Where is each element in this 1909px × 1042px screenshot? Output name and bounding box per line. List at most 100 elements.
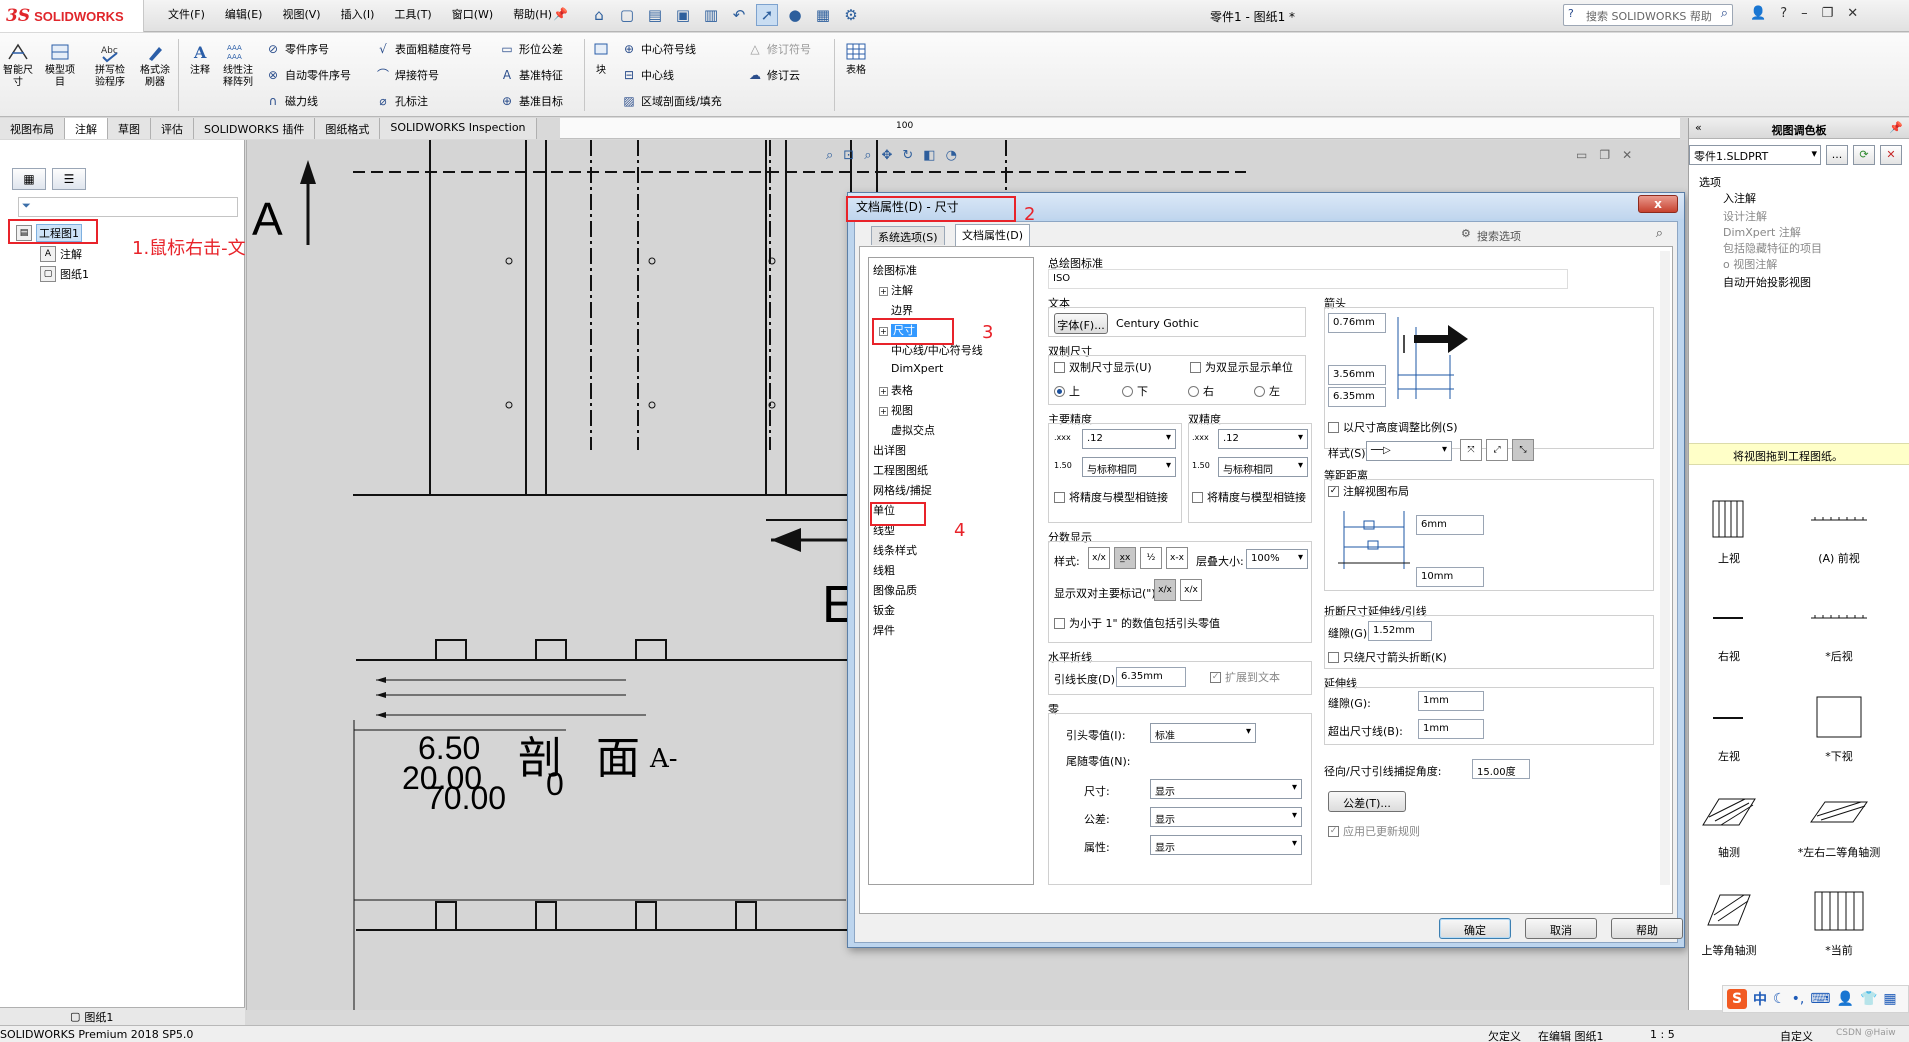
palette-option-auto-projected-view[interactable]: 自动开始投影视图 [1723, 274, 1811, 290]
palette-option-view-annotations[interactable]: o 视图注解 [1723, 256, 1777, 272]
tab-inspection[interactable]: SOLIDWORKS Inspection [380, 118, 537, 139]
tab-view-layout[interactable]: 视图布局 [0, 118, 65, 139]
menu-view[interactable]: 视图(V) [282, 6, 320, 22]
hole-callout-button[interactable]: ⌀ 孔标注 [376, 91, 472, 110]
close-window-icon[interactable]: ✕ [1847, 6, 1858, 21]
property-manager-tab-icon[interactable]: ☰ [52, 168, 86, 190]
palette-view-trimetric[interactable]: 上等角轴测 [1679, 886, 1779, 958]
arrow-inside-icon[interactable]: ⤢ [1486, 439, 1508, 461]
viewport-restore-icon[interactable]: ❐ [1599, 148, 1610, 162]
fraction-style-stacked-icon[interactable]: x̲x [1114, 547, 1136, 569]
format-painter-button[interactable]: 格式涂刷器 [137, 41, 173, 89]
expand-icon[interactable]: + [879, 386, 888, 396]
palette-option-dimxpert[interactable]: DimXpert 注解 [1723, 224, 1801, 240]
category-annotations[interactable]: + 注解 [879, 282, 913, 298]
primary-link-checkbox[interactable]: 将精度与模型相链接 [1054, 489, 1168, 505]
dual-display-checkbox[interactable]: 双制尺寸显示(U) [1054, 359, 1152, 375]
menu-insert[interactable]: 插入(I) [341, 6, 375, 22]
pin-icon[interactable]: 📌 [553, 7, 568, 21]
dual-tolerance-dropdown[interactable]: 与标称相同 [1218, 457, 1308, 477]
sheet-tab[interactable]: 图纸1 [84, 1009, 113, 1025]
dimension-text-3[interactable]: 70.00 [426, 780, 506, 817]
category-line-style[interactable]: 线条样式 [873, 542, 917, 558]
undo-icon[interactable]: ↶ [728, 4, 750, 26]
solidworks-logo[interactable]: 3S SOLIDWORKS [0, 0, 144, 32]
datum-feature-button[interactable]: A 基准特征 [500, 65, 563, 84]
search-icon[interactable]: ⌕ [1721, 6, 1728, 21]
palette-view-front[interactable]: (A) 前视 [1789, 494, 1889, 566]
tab-addins[interactable]: SOLIDWORKS 插件 [194, 118, 316, 139]
revision-cloud-button[interactable]: ☁ 修订云 [748, 65, 811, 84]
menu-tools[interactable]: 工具(T) [394, 6, 431, 22]
save-icon[interactable]: ▣ [672, 4, 694, 26]
pan-icon[interactable]: ✥ [881, 148, 892, 163]
extension-gap-input[interactable]: 1mm [1418, 691, 1484, 711]
table-button[interactable]: 表格 [838, 41, 874, 77]
arrow-smart-icon[interactable]: ⤡ [1512, 439, 1534, 461]
feature-manager-tab-icon[interactable]: ▦ [12, 168, 46, 190]
stack-size-dropdown[interactable]: 100% [1246, 549, 1308, 569]
tolerance-button[interactable]: 公差(T)... [1328, 791, 1406, 812]
break-around-arrows-checkbox[interactable]: 只绕尺寸箭头折断(K) [1328, 649, 1447, 665]
file-properties-icon[interactable]: ▦ [812, 4, 834, 26]
restore-icon[interactable]: ❐ [1822, 6, 1834, 21]
category-detailing[interactable]: 出详图 [873, 442, 906, 458]
ime-keyboard-icon[interactable]: ⌨ [1810, 991, 1830, 1007]
help-button[interactable]: 帮助 [1611, 918, 1683, 939]
tree-node-sheet[interactable]: ▢ 图纸1 [40, 266, 89, 282]
refresh-icon[interactable]: ⟳ [1853, 145, 1875, 165]
apply-updated-rules-checkbox[interactable]: ✓ 应用已更新规则 [1328, 823, 1420, 839]
palette-view-isometric[interactable]: 轴测 [1679, 788, 1779, 860]
model-items-button[interactable]: 模型项目 [42, 41, 78, 89]
dual-precision-dropdown[interactable]: .12 [1218, 429, 1308, 449]
ok-button[interactable]: 确定 [1439, 918, 1511, 939]
palette-view-bottom[interactable]: *下视 [1789, 692, 1889, 764]
rebuild-traffic-light-icon[interactable]: ● [784, 4, 806, 26]
primary-tolerance-dropdown[interactable]: 与标称相同 [1082, 457, 1176, 477]
status-scale[interactable]: 1 : 5 [1650, 1028, 1675, 1041]
clear-icon[interactable]: ✕ [1880, 145, 1902, 165]
category-drafting-standard[interactable]: 绘图标准 [873, 262, 917, 278]
search-icon[interactable]: ⌕ [1656, 226, 1663, 241]
category-line-thickness[interactable]: 线粗 [873, 562, 895, 578]
sogou-logo-icon[interactable]: S [1727, 989, 1747, 1009]
position-bottom-radio[interactable]: 下 [1122, 383, 1148, 399]
tab-evaluate[interactable]: 评估 [151, 118, 194, 139]
extension-beyond-input[interactable]: 1mm [1418, 719, 1484, 739]
dual-marks-stacked-icon[interactable]: x/x [1154, 579, 1176, 601]
viewport-minimize-icon[interactable]: ▭ [1576, 148, 1587, 162]
dual-link-checkbox[interactable]: 将精度与模型相链接 [1192, 489, 1306, 505]
category-grid-snap[interactable]: 网格线/捕捉 [873, 482, 932, 498]
zoom-fit-icon[interactable]: ⌕ [826, 148, 833, 163]
trailing-prop-dropdown[interactable]: 显示 [1150, 835, 1302, 855]
category-sheet-metal[interactable]: 钣金 [873, 602, 895, 618]
minimize-icon[interactable]: – [1801, 6, 1808, 21]
smart-dimension-button[interactable]: 智能尺寸 [0, 41, 36, 89]
category-drawing-sheets[interactable]: 工程图图纸 [873, 462, 928, 478]
trailing-dim-dropdown[interactable]: 显示 [1150, 779, 1302, 799]
display-style-icon[interactable]: ◧ [923, 148, 935, 163]
scale-with-dim-height-checkbox[interactable]: 以尺寸高度调整比例(S) [1328, 419, 1458, 435]
zoom-prev-icon[interactable]: ⌕ [864, 148, 871, 163]
open-file-icon[interactable]: ▤ [644, 4, 666, 26]
tab-annotation[interactable]: 注解 [65, 118, 108, 139]
auto-balloon-button[interactable]: ⊗ 自动零件序号 [266, 65, 351, 84]
tab-document-properties[interactable]: 文档属性(D) [955, 224, 1031, 246]
fraction-style-inline-icon[interactable]: x/x [1088, 547, 1110, 569]
expand-icon[interactable]: + [879, 286, 888, 296]
category-weldments[interactable]: 焊件 [873, 622, 895, 638]
pin-icon[interactable]: 📌 [1889, 121, 1903, 134]
arrow-size-2-input[interactable]: 3.56mm [1328, 365, 1386, 385]
arrow-outside-icon[interactable]: ⤧ [1460, 439, 1482, 461]
font-button[interactable]: 字体(F)... [1054, 313, 1108, 334]
zoom-area-icon[interactable]: ⊡ [843, 148, 854, 163]
ime-menu-icon[interactable]: ▦ [1883, 991, 1896, 1007]
category-views[interactable]: + 视图 [879, 402, 913, 418]
ime-user-icon[interactable]: 👤 [1837, 991, 1854, 1007]
category-dimxpert[interactable]: DimXpert [891, 362, 943, 375]
leading-zero-dropdown[interactable]: 标准 [1150, 723, 1256, 743]
expand-icon[interactable]: + [879, 406, 888, 416]
spell-check-button[interactable]: Abc 拼写检验程序 [92, 41, 128, 89]
palette-view-top[interactable]: 上视 [1679, 494, 1779, 566]
rotate-icon[interactable]: ↻ [902, 148, 913, 163]
